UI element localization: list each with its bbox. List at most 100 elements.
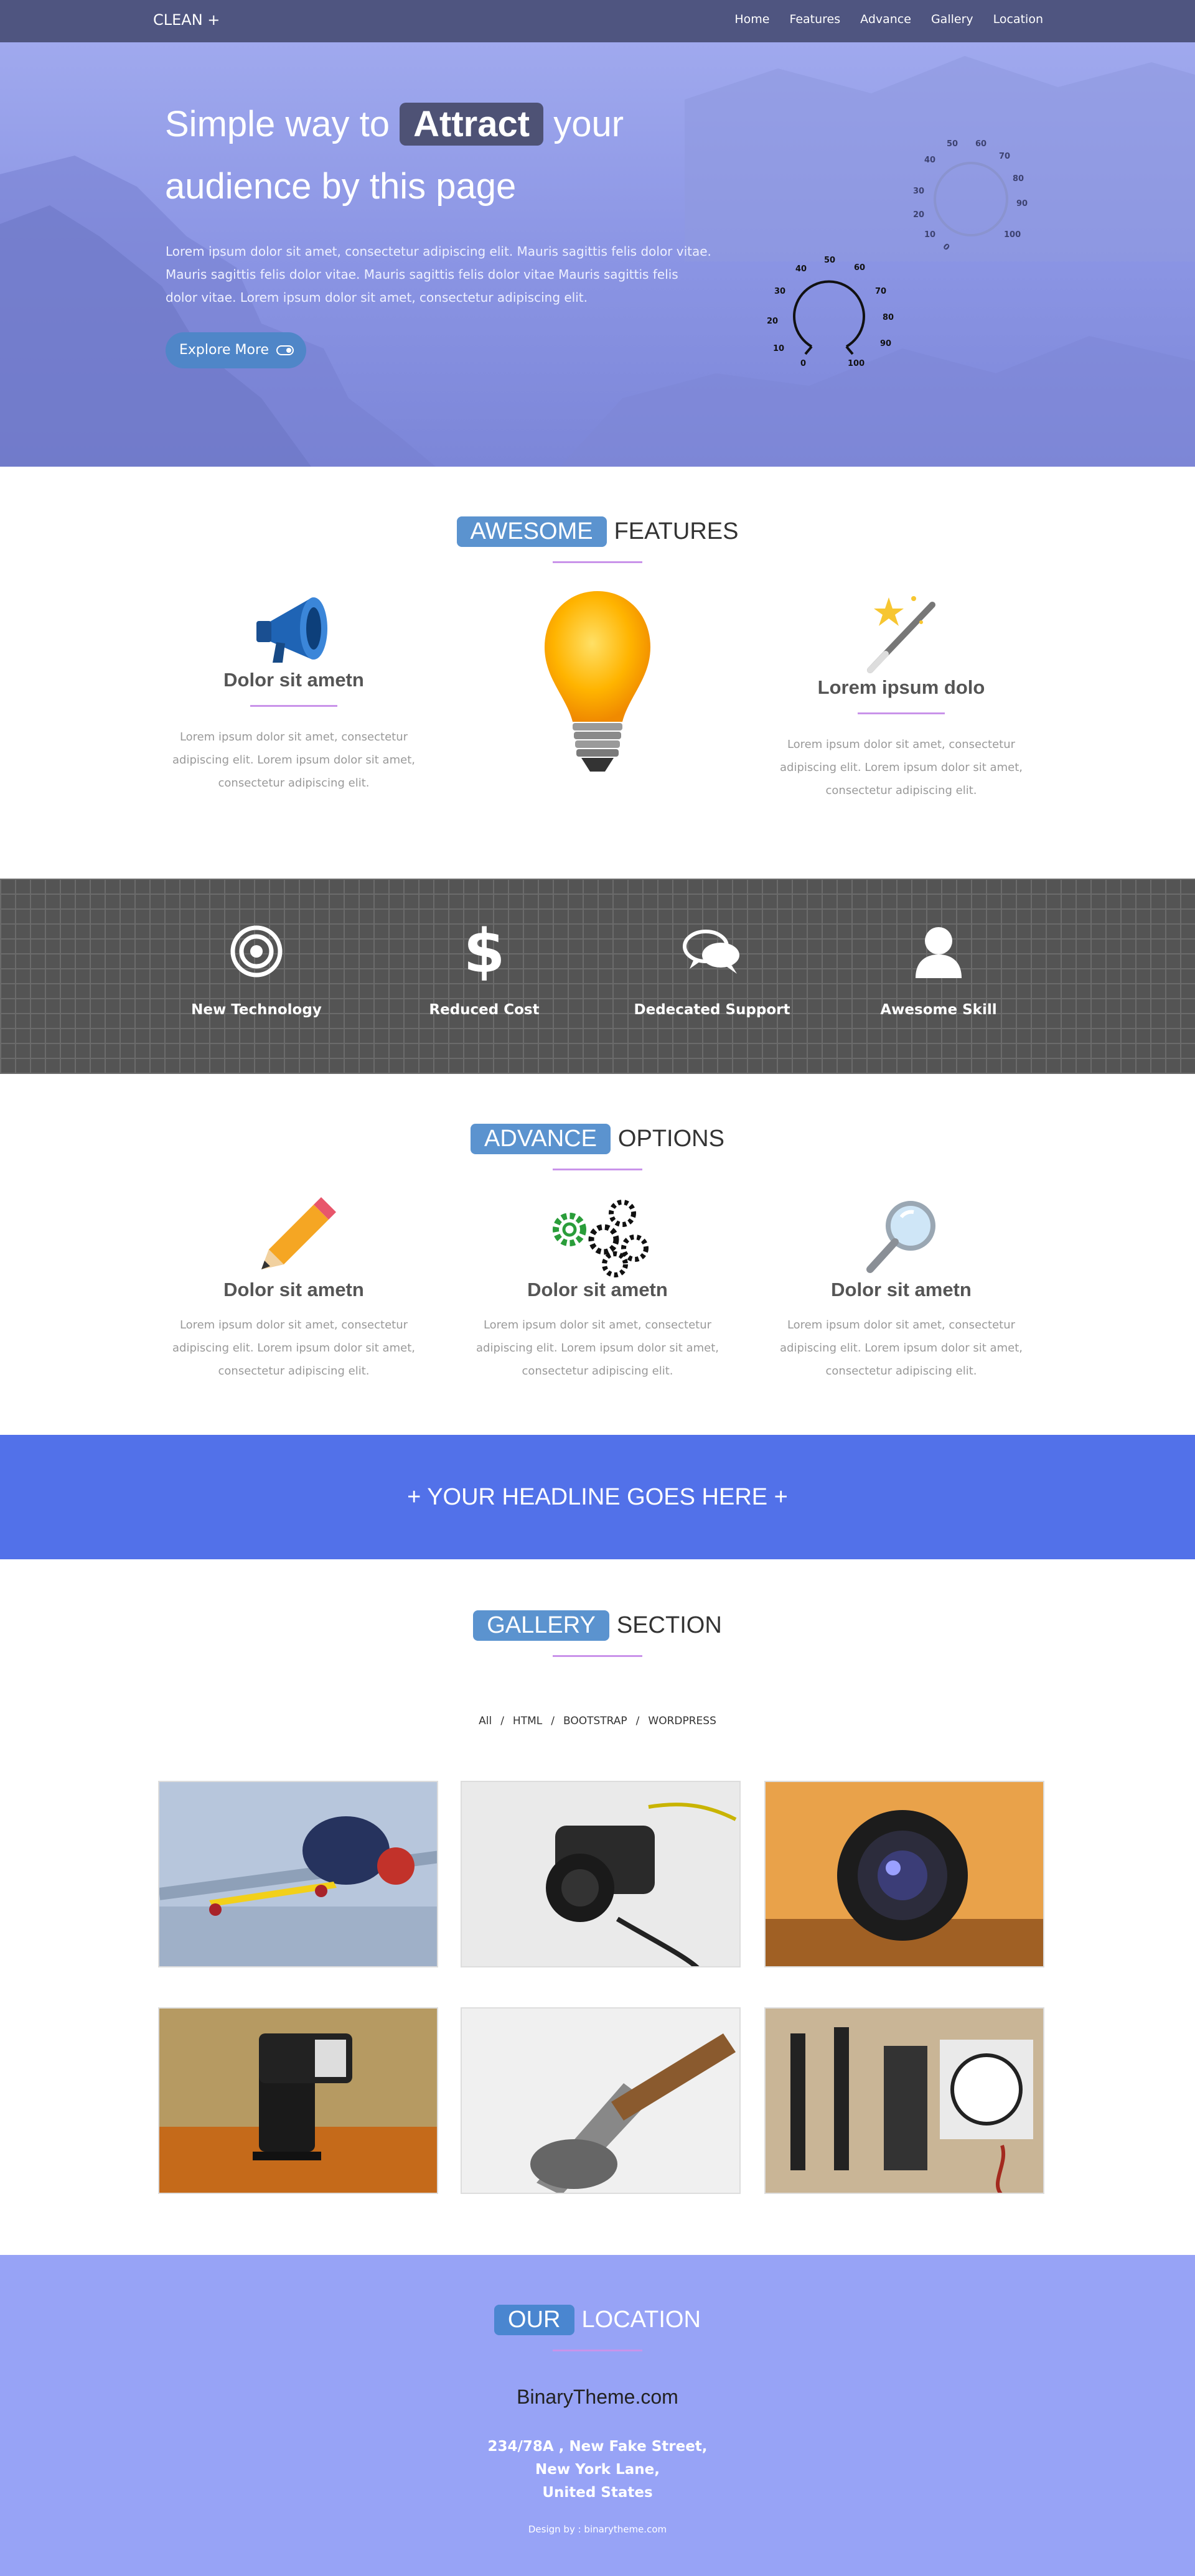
hero-title-line2: audience by this page (165, 166, 517, 207)
gallery-image-dslr-camera[interactable] (461, 1781, 741, 1967)
highlight-dedicated-support: Dedecated Support (619, 917, 805, 1018)
gallery-image-skateboard-helmet[interactable] (158, 1781, 438, 1967)
filter-separator: / (551, 1715, 555, 1727)
feature-item-3-text: Lorem ipsum dolor sit amet, consectetur … (780, 738, 1023, 797)
location-heading-underline (553, 2350, 642, 2351)
advance-item-3-text: Lorem ipsum dolor sit amet, consectetur … (780, 1318, 1023, 1378)
hero-text: Lorem ipsum dolor sit amet, consectetur … (166, 244, 711, 305)
nav-features-link[interactable]: Features (789, 12, 840, 26)
feature-item-3-title: Lorem ipsum dolo (817, 676, 985, 698)
lightbulb-icon (461, 585, 734, 783)
feature-item-3: Lorem ipsum dolo Lorem ipsum dolor sit a… (764, 592, 1038, 802)
dial-bottom-label-90: 90 (880, 339, 892, 348)
hero-title-highlight: Attract (400, 103, 544, 146)
dial-top-label-40: 40 (924, 156, 936, 165)
highlights-section: New Technology $ Reduced Cost Dedecated … (0, 879, 1195, 1074)
highlight-new-technology: New Technology (163, 917, 350, 1018)
highlight-awesome-skill: Awesome Skill (845, 917, 1032, 1018)
advance-heading-underline (553, 1169, 642, 1170)
advance-item-3: Dolor sit ametn Lorem ipsum dolor sit am… (764, 1195, 1038, 1383)
headline-band: + YOUR HEADLINE GOES HERE + (0, 1435, 1195, 1559)
pencil-icon (157, 1195, 431, 1279)
gallery-heading-underline (553, 1655, 642, 1657)
gallery-image-medical-instruments[interactable] (764, 2007, 1044, 2194)
megaphone-icon (157, 585, 431, 669)
gallery-image-camera-flash[interactable] (158, 2007, 438, 2194)
advance-heading-rest: OPTIONS (617, 1126, 724, 1152)
highlight-new-technology-label: New Technology (191, 1002, 322, 1018)
feature-item-1-title: Dolor sit ametn (223, 669, 364, 691)
dial-bottom-label-100: 100 (848, 359, 865, 368)
feature-item-1: Dolor sit ametn Lorem ipsum dolor sit am… (157, 585, 431, 795)
address-line-1: 234/78A , New Fake Street, (487, 2438, 708, 2455)
highlight-reduced-cost: $ Reduced Cost (391, 917, 578, 1018)
hero-title: Simple way to Attract your audience by t… (165, 93, 725, 218)
magnifier-icon (764, 1195, 1038, 1279)
dial-bottom-label-30: 30 (774, 287, 786, 296)
feature-item-2 (461, 585, 734, 783)
filter-wordpress[interactable]: WORDPRESS (648, 1715, 716, 1727)
explore-more-label: Explore More (179, 342, 269, 358)
toggle-icon (276, 345, 294, 355)
gallery-heading: GALLERY SECTION (0, 1610, 1195, 1641)
dial-top-label-20: 20 (913, 210, 925, 220)
highlight-awesome-skill-label: Awesome Skill (880, 1002, 997, 1018)
dial-knob-top[interactable]: 0 10 20 30 40 50 60 70 80 90 100 (906, 131, 1036, 261)
location-section: OUR LOCATION BinaryTheme.com 234/78A , Ne… (0, 2255, 1195, 2576)
explore-more-button[interactable]: Explore More (166, 332, 306, 368)
nav-home-link[interactable]: Home (734, 12, 769, 26)
location-heading: OUR LOCATION (0, 2305, 1195, 2335)
filter-html[interactable]: HTML (513, 1715, 542, 1727)
advance-heading: ADVANCE OPTIONS (0, 1124, 1195, 1154)
features-heading-badge: AWESOME (456, 516, 607, 547)
gallery-heading-badge: GALLERY (473, 1610, 609, 1641)
highlight-reduced-cost-label: Reduced Cost (429, 1002, 540, 1018)
address-line-3: United States (542, 2485, 653, 2501)
gallery-filters: All / HTML / BOOTSTRAP / WORDPRESS (0, 1715, 1195, 1727)
dial-top-label-50: 50 (947, 139, 958, 149)
dial-bottom-label-70: 70 (875, 287, 887, 296)
location-name: BinaryTheme.com (517, 2386, 678, 2408)
location-heading-rest: LOCATION (581, 2307, 701, 2333)
gallery-image-hammer[interactable] (461, 2007, 741, 2194)
dollar-icon: $ (463, 917, 505, 986)
user-icon (845, 917, 1032, 986)
chat-bubbles-icon (619, 917, 805, 986)
dial-bottom-label-60: 60 (854, 263, 866, 273)
location-heading-badge: OUR (494, 2305, 574, 2335)
dial-top-label-60: 60 (975, 139, 987, 149)
gallery-heading-rest: SECTION (616, 1612, 722, 1638)
features-heading-underline (553, 561, 642, 563)
gallery-image-camera-lens[interactable] (764, 1781, 1044, 1967)
dial-bottom-label-0: 0 (800, 359, 807, 368)
filter-bootstrap[interactable]: BOOTSTRAP (563, 1715, 627, 1727)
dial-top-label-80: 80 (1013, 174, 1024, 184)
features-heading: AWESOME FEATURES (0, 516, 1195, 547)
dial-bottom-label-40: 40 (795, 264, 807, 274)
advance-item-2: Dolor sit ametn Lorem ipsum dolor sit am… (461, 1195, 734, 1383)
nav-location-link[interactable]: Location (993, 12, 1043, 26)
design-credit[interactable]: Design by : binarytheme.com (0, 2524, 1195, 2535)
address-line-2: New York Lane, (535, 2462, 660, 2478)
nav-gallery-link[interactable]: Gallery (931, 12, 973, 26)
dial-knob-bottom[interactable]: 0 10 20 30 40 50 60 70 80 90 100 (761, 252, 897, 376)
advance-item-2-text: Lorem ipsum dolor sit amet, consectetur … (476, 1318, 719, 1378)
dial-bottom-label-80: 80 (883, 313, 894, 322)
dial-ring-icon (934, 162, 1008, 236)
dial-bottom-label-50: 50 (824, 256, 836, 265)
nav-advance-link[interactable]: Advance (860, 12, 911, 26)
brand-logo[interactable]: CLEAN + (153, 11, 220, 29)
feature-item-3-underline (858, 712, 945, 714)
top-navbar: CLEAN + Home Features Advance Gallery Lo… (0, 0, 1195, 42)
dial-top-label-70: 70 (999, 152, 1011, 161)
dial-ring-icon (793, 280, 865, 355)
features-heading-rest: FEATURES (614, 518, 739, 544)
filter-separator: / (500, 1715, 504, 1727)
filter-all[interactable]: All (479, 1715, 492, 1727)
dial-bottom-label-20: 20 (767, 317, 779, 326)
advance-item-1-title: Dolor sit ametn (223, 1279, 364, 1300)
advance-item-3-title: Dolor sit ametn (831, 1279, 972, 1300)
highlight-dedicated-support-label: Dedecated Support (634, 1002, 790, 1018)
dial-bottom-label-10: 10 (773, 344, 785, 353)
dial-top-label-10: 10 (924, 230, 936, 240)
